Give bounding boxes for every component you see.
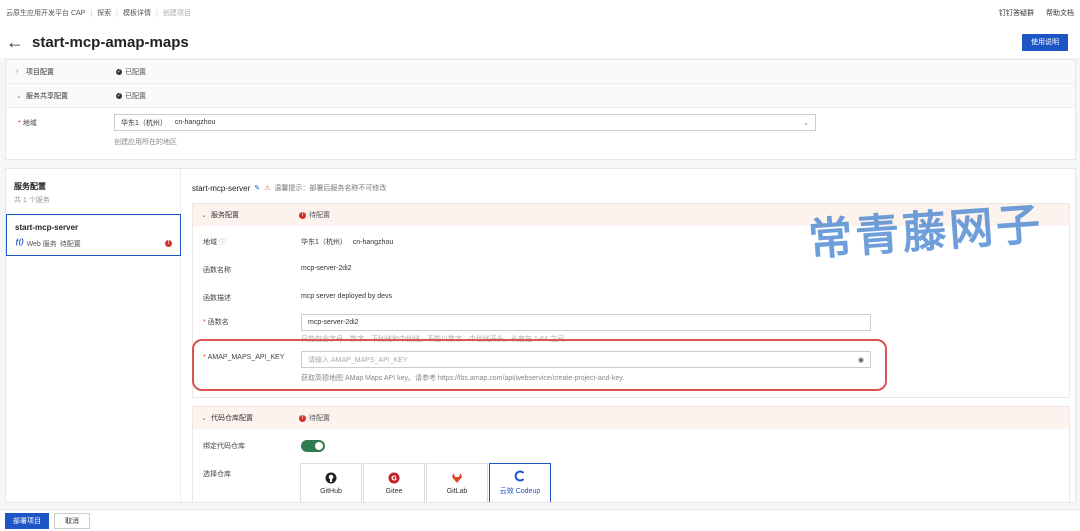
status-pending: ! 待配置 <box>299 413 330 423</box>
region-code: cn-hangzhou <box>174 119 216 126</box>
status-text: 待配置 <box>309 212 330 219</box>
repo-label: Gitee <box>385 487 403 495</box>
page-title: start-mcp-amap-maps <box>32 33 189 51</box>
service-card-meta: ƒ() Web 服务 待配置 <box>15 239 81 249</box>
breadcrumb: 云原生应用开发平台 CAP | 探索 | 模板详情 | 创建项目 <box>6 8 191 18</box>
repo-section-header[interactable]: ⌄ 代码仓库配置 ! 待配置 <box>193 407 1069 429</box>
region-select[interactable]: 华东1（杭州） cn-hangzhou ⌄ <box>114 114 816 131</box>
function-icon: ƒ() <box>15 239 24 246</box>
service-list: 服务配置 共 1 个服务 start-mcp-server ƒ() Web 服务… <box>6 169 181 502</box>
repo-option-github[interactable]: GitHub <box>300 463 362 502</box>
region-value: 华东1（杭州） <box>121 119 167 127</box>
check-circle-icon: ✓ <box>116 68 122 75</box>
usage-guide-button[interactable]: 使用说明 <box>1022 33 1068 51</box>
status-pending: ! 待配置 <box>299 210 330 220</box>
edit-icon[interactable]: ✎ <box>254 184 260 192</box>
chevron-down-icon[interactable]: ⌄ <box>201 414 211 422</box>
deploy-project-button[interactable]: 部署项目 <box>5 512 49 529</box>
fn-name-value: mcp-server-2di2 <box>301 265 352 272</box>
shared-config-label: 服务共享配置 <box>26 92 68 100</box>
detail-region-value: 华东1（杭州） cn-hangzhou <box>301 239 394 246</box>
breadcrumb-separator: | <box>156 9 158 17</box>
cancel-button[interactable]: 取消 <box>54 512 90 529</box>
service-card-name: start-mcp-server <box>15 223 79 232</box>
service-status: 待配置 <box>59 241 81 248</box>
status-text: 待配置 <box>309 415 330 422</box>
highlight-box <box>192 339 887 391</box>
repo-label: GitHub <box>320 487 342 495</box>
gitee-icon: G <box>388 472 400 483</box>
breadcrumb-explore[interactable]: 探索 <box>97 8 111 18</box>
status-configured: ✓ 已配置 <box>116 67 146 77</box>
service-name-row: start-mcp-server ✎ ⚠ 温馨提示：部署后服务名称不可修改 <box>192 183 386 193</box>
title-bar: ← start-mcp-amap-maps 使用说明 <box>0 26 1080 58</box>
check-circle-icon: ✓ <box>116 92 122 99</box>
repo-label: GitLab <box>446 487 468 495</box>
repo-option-codeup[interactable]: 云效 Codeup <box>489 463 551 502</box>
top-bar: 云原生应用开发平台 CAP | 探索 | 模板详情 | 创建项目 钉钉答疑群 帮… <box>0 0 1080 26</box>
region-row: * 地域 华东1（杭州） cn-hangzhou ⌄ 创建应用所在的地区 <box>6 108 1075 160</box>
chevron-down-icon: ⌄ <box>803 119 809 127</box>
back-arrow-icon[interactable]: ← <box>6 33 24 51</box>
breadcrumb-cap[interactable]: 云原生应用开发平台 CAP <box>6 8 85 18</box>
repo-option-gitee[interactable]: G Gitee <box>363 463 425 502</box>
breadcrumb-current: 创建项目 <box>162 10 191 17</box>
service-list-title: 服务配置 <box>14 182 46 191</box>
chevron-down-icon[interactable]: ⌄ <box>16 92 26 100</box>
breadcrumb-template-detail[interactable]: 模板详情 <box>123 8 151 18</box>
status-text: 已配置 <box>125 92 146 100</box>
footer-bar: 部署项目 取消 <box>0 509 1080 531</box>
repo-option-gitlab[interactable]: GitLab <box>426 463 488 502</box>
warning-icon: ⚠ <box>264 185 271 192</box>
repo-section-label: 代码仓库配置 <box>211 415 253 422</box>
gitlab-icon <box>452 472 462 483</box>
service-card[interactable]: start-mcp-server ƒ() Web 服务 待配置 ! <box>6 214 181 256</box>
service-type: Web 服务 <box>26 241 57 248</box>
project-config-row[interactable]: › 项目配置 ✓ 已配置 <box>6 60 1075 84</box>
project-config-label: 项目配置 <box>26 68 54 76</box>
service-name: start-mcp-server <box>192 183 251 193</box>
chevron-down-icon[interactable]: ⌄ <box>201 211 211 219</box>
service-name-note: 温馨提示：部署后服务名称不可修改 <box>274 185 387 192</box>
warning-icon: ! <box>299 211 306 219</box>
detail-region-label: 地域 ⓘ <box>203 239 226 246</box>
breadcrumb-separator: | <box>90 9 93 17</box>
status-text: 已配置 <box>125 68 146 76</box>
fn-name-input[interactable]: mcp-server-2di2 <box>301 314 871 331</box>
bind-repo-label: 绑定代码仓库 <box>203 443 245 450</box>
dingtalk-group-link[interactable]: 钉钉答疑群 <box>999 8 1034 18</box>
service-count: 共 1 个服务 <box>14 197 50 204</box>
warning-icon: ! <box>165 240 172 247</box>
service-section-label: 服务配置 <box>211 212 239 219</box>
github-icon <box>325 472 337 483</box>
status-configured: ✓ 已配置 <box>116 91 146 101</box>
fn-desc-value: mcp server deployed by devs <box>301 293 393 300</box>
help-docs-link[interactable]: 帮助文档 <box>1046 8 1074 18</box>
fn-field-label: * 函数名 <box>203 319 229 326</box>
chevron-right-icon[interactable]: › <box>16 68 26 75</box>
bind-repo-toggle[interactable] <box>301 440 325 452</box>
select-repo-label: 选择仓库 <box>203 471 231 478</box>
breadcrumb-separator: | <box>116 9 118 17</box>
warning-icon: ! <box>299 414 306 422</box>
shared-config-row[interactable]: ⌄ 服务共享配置 ✓ 已配置 <box>6 84 1075 108</box>
fn-name-label: 函数名称 <box>203 267 231 274</box>
fn-desc-label: 函数描述 <box>203 295 231 302</box>
toggle-knob <box>315 442 323 450</box>
project-config-panel: › 项目配置 ✓ 已配置 ⌄ 服务共享配置 ✓ 已配置 * 地域 华东1（杭州） … <box>5 59 1076 160</box>
codeup-icon <box>514 470 525 482</box>
svg-text:G: G <box>391 474 397 482</box>
repo-label: 云效 Codeup <box>499 488 541 495</box>
region-label: * 地域 <box>18 120 37 127</box>
region-hint: 创建应用所在的地区 <box>114 139 177 146</box>
